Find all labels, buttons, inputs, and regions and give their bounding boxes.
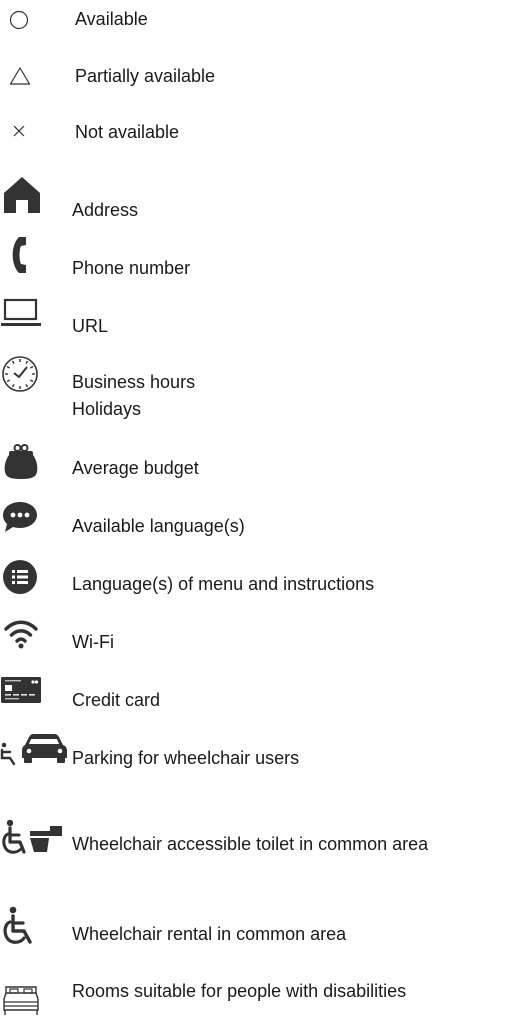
clock-icon — [2, 356, 38, 392]
legend-label: Average budget — [72, 458, 199, 478]
triangle-icon — [9, 66, 31, 85]
legend-label: Available — [75, 9, 148, 29]
legend-label: Phone number — [72, 258, 191, 278]
wheelchair-icon — [3, 906, 32, 944]
cross-icon — [13, 125, 25, 137]
phone-icon — [12, 237, 26, 273]
legend-label-secondary: Holidays — [72, 399, 142, 419]
purse-icon — [4, 444, 38, 479]
legend-label: Business hours — [72, 372, 196, 392]
wheelchair-toilet-icon — [2, 819, 62, 854]
legend-label: Credit card — [72, 690, 161, 710]
legend-label: Parking for wheelchair users — [72, 748, 300, 768]
legend-label: Language(s) of menu and instructions — [72, 574, 375, 594]
legend-label: Wheelchair rental in common area — [72, 924, 347, 944]
legend-label: Wi-Fi — [72, 632, 114, 652]
legend-label: Partially available — [75, 66, 216, 86]
wheelchair-car-icon — [0, 734, 67, 766]
speech-bubble-icon — [3, 502, 37, 532]
credit-card-icon — [1, 677, 41, 703]
legend-label: Available language(s) — [72, 516, 245, 536]
circle-icon — [9, 10, 29, 30]
legend-label: Address — [72, 200, 139, 220]
legend-label: Wheelchair accessible toilet in common a… — [72, 834, 429, 854]
list-icon — [3, 560, 37, 594]
legend-label: URL — [72, 316, 109, 336]
legend-label: Not available — [75, 122, 180, 142]
home-icon — [4, 177, 40, 213]
laptop-icon — [1, 298, 41, 326]
legend-label: Rooms suitable for people with disabilit… — [72, 981, 407, 1001]
bed-icon — [3, 986, 39, 1015]
wifi-icon — [4, 620, 38, 649]
